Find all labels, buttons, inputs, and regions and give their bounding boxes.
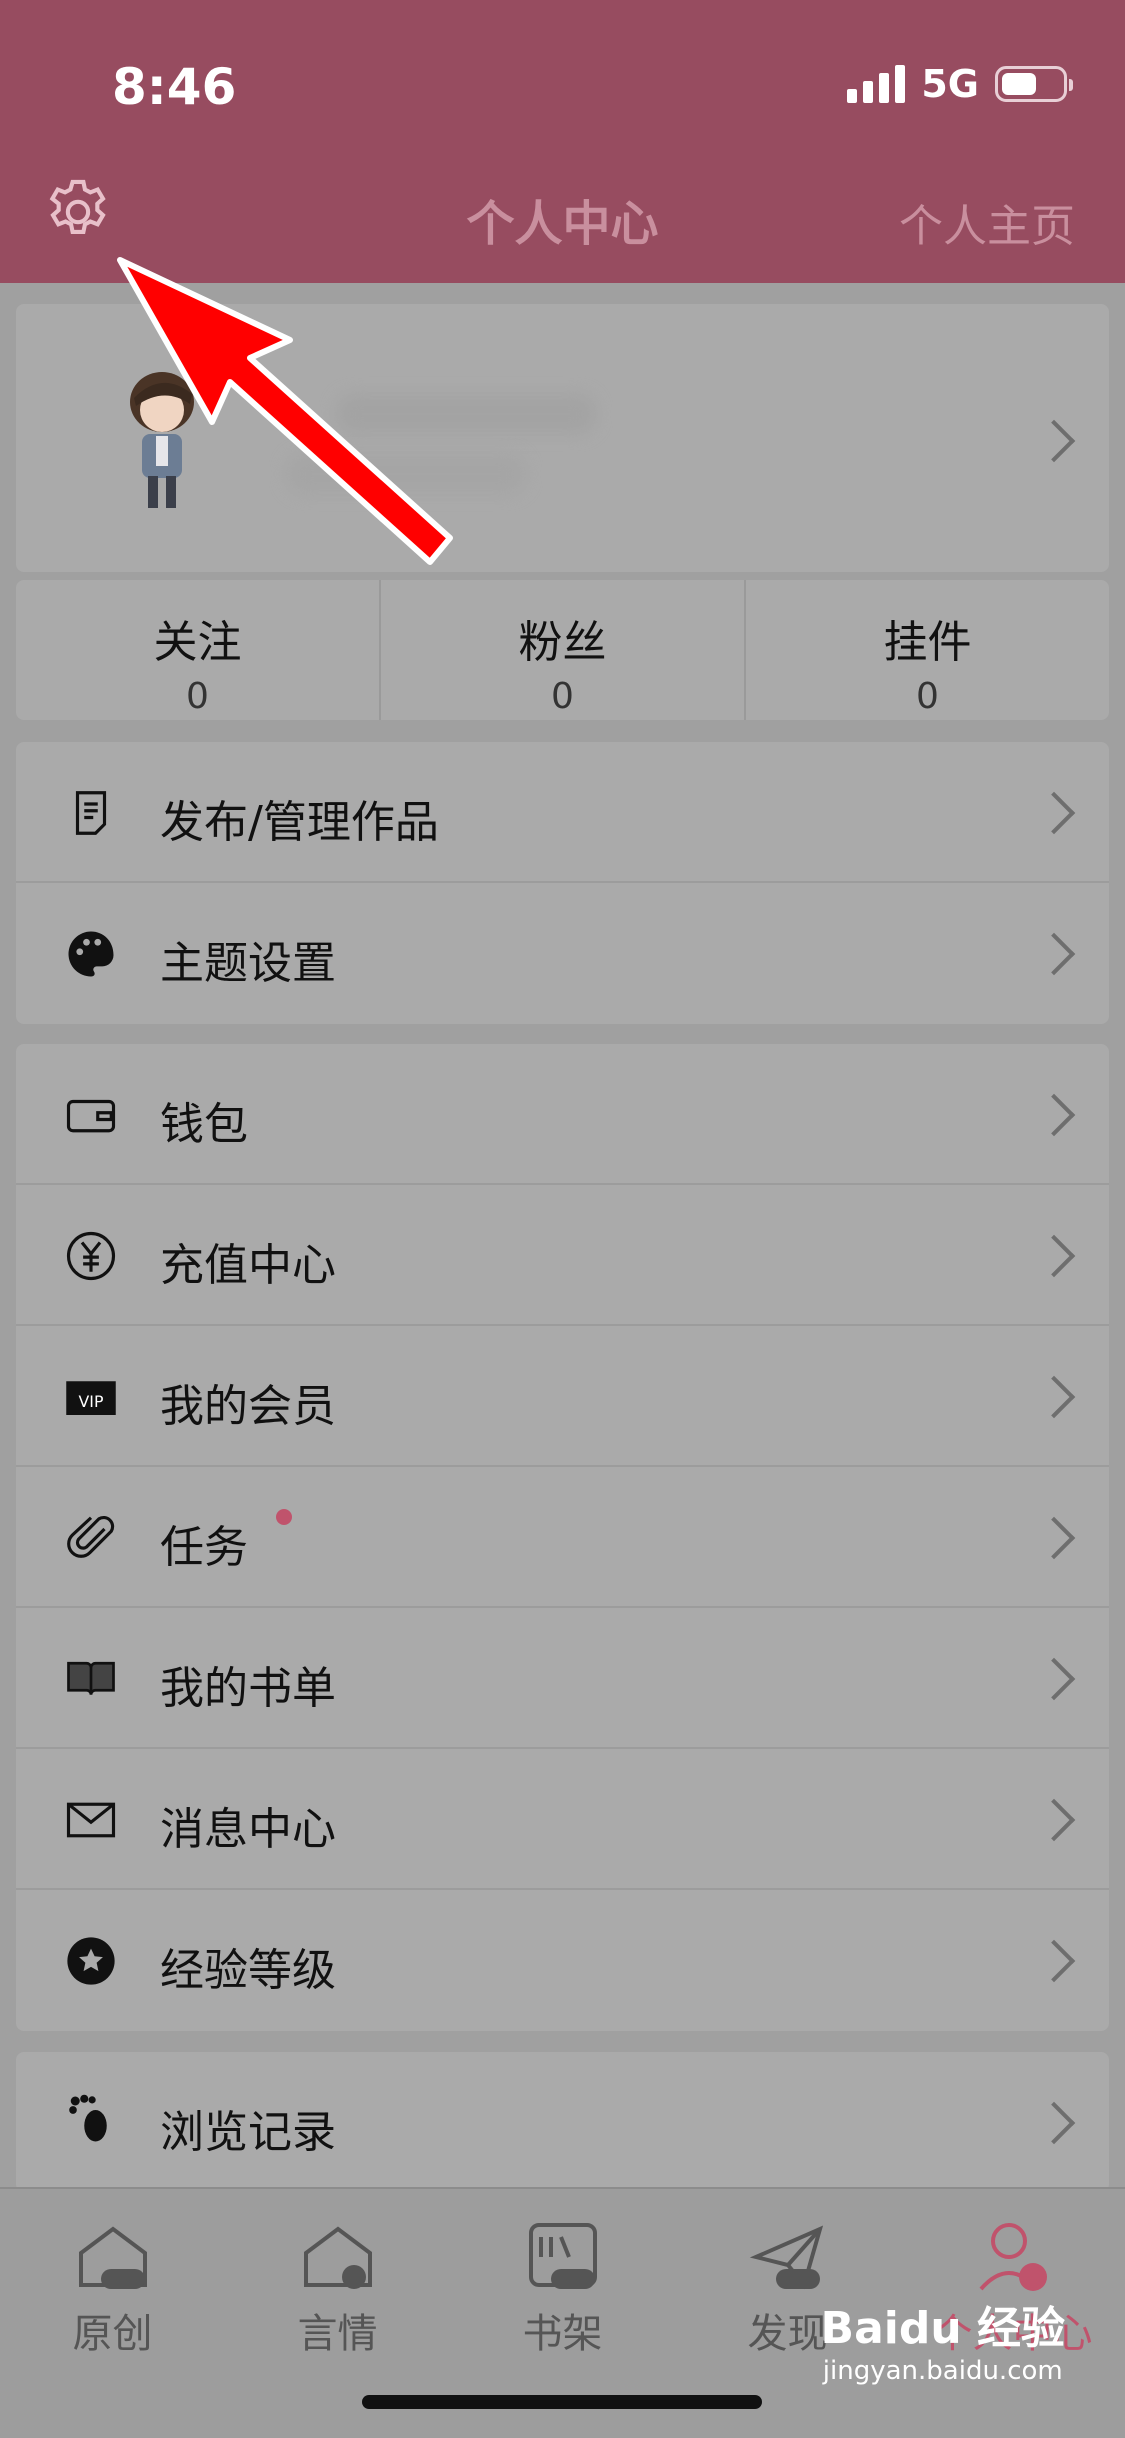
tab-label: 原创 [72,2311,153,2357]
menu-group-history: 浏览记录 [16,2052,1109,2192]
tab-romance[interactable]: 言情 [225,2199,450,2359]
stat-label: 关注 [153,617,242,668]
menu-item-label: 经验等级 [160,1945,336,1996]
menu-item-recharge[interactable]: 充值中心 [16,1185,1109,1326]
bookshelf-icon [528,2223,597,2289]
menu-item-label: 钱包 [160,1099,248,1150]
menu-item-label: 任务 [160,1522,248,1573]
home-heart-icon [303,2226,372,2289]
battery-icon [995,66,1073,102]
chevron-right-icon [1032,1093,1076,1137]
menu-group-works: 发布/管理作品 主题设置 [16,742,1109,1024]
tab-bookshelf[interactable]: 书架 [450,2199,675,2359]
stat-fans[interactable]: 粉丝 0 [381,580,746,720]
chevron-right-icon [1032,1516,1076,1560]
chevron-right-icon [1032,1375,1076,1419]
tab-label: 书架 [522,2311,603,2357]
yuan-icon [66,1231,116,1281]
personal-homepage-link[interactable]: 个人主页 [899,190,1075,254]
notification-dot [276,1509,292,1525]
menu-item-membership[interactable]: VIP 我的会员 [16,1326,1109,1467]
menu-item-label: 发布/管理作品 [160,797,439,848]
mail-icon [66,1802,116,1838]
menu-item-label: 消息中心 [160,1804,336,1855]
watermark-url: jingyan.baidu.com [822,2356,1063,2386]
svg-text:VIP: VIP [79,1392,104,1411]
stat-label: 粉丝 [518,617,607,668]
stat-pendants[interactable]: 挂件 0 [746,580,1109,720]
network-label: 5G [921,62,979,106]
status-time: 8:46 [112,58,237,116]
menu-item-label: 主题设置 [160,938,336,989]
wallet-icon [66,1099,116,1133]
chevron-right-icon [1032,1798,1076,1842]
document-icon [75,791,107,835]
menu-item-theme-settings[interactable]: 主题设置 [16,883,1109,1024]
stat-follow[interactable]: 关注 0 [16,580,381,720]
menu-item-publish-manage[interactable]: 发布/管理作品 [16,742,1109,883]
stat-value: 0 [186,676,209,717]
stats-bar: 关注 0 粉丝 0 挂件 0 [16,580,1109,720]
menu-item-browsing-history[interactable]: 浏览记录 [16,2052,1109,2192]
chevron-right-icon [1032,1234,1076,1278]
menu-item-label: 充值中心 [160,1240,336,1291]
house-icon [78,2226,147,2289]
chevron-right-icon [1032,791,1076,835]
status-icons: 5G [847,62,1073,106]
star-badge-icon [67,1937,115,1985]
chevron-right-icon [1032,419,1076,463]
menu-group-account: 钱包 充值中心 VIP 我的会员 任务 我的书单 消息中心 经验等级 [16,1044,1109,2031]
baidu-watermark: Baidu 经验 jingyan.baidu.com [821,2292,1065,2386]
chevron-right-icon [1032,932,1076,976]
chevron-right-icon [1032,2101,1076,2145]
stat-label: 挂件 [883,617,972,668]
palette-icon [68,931,114,977]
home-indicator [362,2395,762,2409]
book-icon [67,1661,115,1696]
vip-icon: VIP [66,1381,116,1415]
menu-item-booklist[interactable]: 我的书单 [16,1608,1109,1749]
stat-value: 0 [551,676,574,717]
menu-item-label: 浏览记录 [160,2107,336,2158]
stat-value: 0 [916,676,939,717]
chevron-right-icon [1032,1657,1076,1701]
paperclip-icon [67,1515,115,1558]
watermark-logo-text: Baidu 经验 [820,2303,1065,2354]
menu-item-experience-level[interactable]: 经验等级 [16,1890,1109,2031]
user-icon [978,2223,1047,2291]
menu-item-label: 我的书单 [160,1663,336,1714]
signal-icon [847,65,906,103]
chevron-right-icon [1032,1939,1076,1983]
tab-label: 言情 [297,2311,378,2357]
menu-item-label: 我的会员 [160,1381,336,1432]
tab-original[interactable]: 原创 [0,2199,225,2359]
menu-item-tasks[interactable]: 任务 [16,1467,1109,1608]
annotation-arrow-icon [117,257,453,565]
menu-item-messages[interactable]: 消息中心 [16,1749,1109,1890]
paper-plane-icon [749,2225,823,2290]
footprint-icon [69,2094,107,2142]
menu-item-wallet[interactable]: 钱包 [16,1044,1109,1185]
